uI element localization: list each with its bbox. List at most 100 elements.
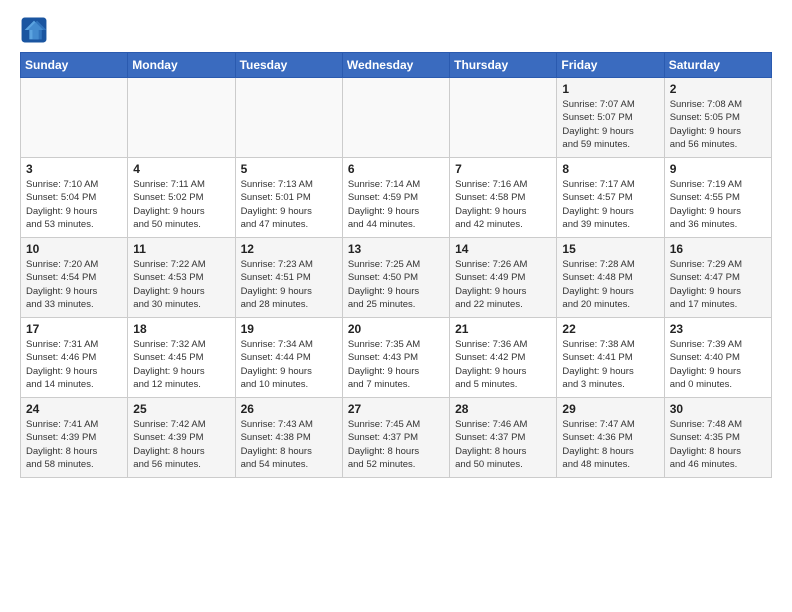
calendar-cell <box>342 78 449 158</box>
day-info: Sunrise: 7:36 AM Sunset: 4:42 PM Dayligh… <box>455 338 551 391</box>
day-info: Sunrise: 7:31 AM Sunset: 4:46 PM Dayligh… <box>26 338 122 391</box>
day-number: 18 <box>133 322 229 336</box>
calendar-cell: 10 Sunrise: 7:20 AM Sunset: 4:54 PM Dayli… <box>21 238 128 318</box>
day-number: 16 <box>670 242 766 256</box>
calendar-cell <box>450 78 557 158</box>
calendar-cell: 24 Sunrise: 7:41 AM Sunset: 4:39 PM Dayli… <box>21 398 128 478</box>
calendar-cell: 21 Sunrise: 7:36 AM Sunset: 4:42 PM Dayli… <box>450 318 557 398</box>
day-number: 22 <box>562 322 658 336</box>
calendar-cell: 26 Sunrise: 7:43 AM Sunset: 4:38 PM Dayli… <box>235 398 342 478</box>
day-info: Sunrise: 7:23 AM Sunset: 4:51 PM Dayligh… <box>241 258 337 311</box>
day-info: Sunrise: 7:34 AM Sunset: 4:44 PM Dayligh… <box>241 338 337 391</box>
calendar-week: 24 Sunrise: 7:41 AM Sunset: 4:39 PM Dayli… <box>21 398 772 478</box>
calendar-week: 17 Sunrise: 7:31 AM Sunset: 4:46 PM Dayli… <box>21 318 772 398</box>
day-number: 7 <box>455 162 551 176</box>
calendar-cell: 15 Sunrise: 7:28 AM Sunset: 4:48 PM Dayli… <box>557 238 664 318</box>
day-info: Sunrise: 7:47 AM Sunset: 4:36 PM Dayligh… <box>562 418 658 471</box>
day-info: Sunrise: 7:28 AM Sunset: 4:48 PM Dayligh… <box>562 258 658 311</box>
calendar-cell: 22 Sunrise: 7:38 AM Sunset: 4:41 PM Dayli… <box>557 318 664 398</box>
calendar-table: SundayMondayTuesdayWednesdayThursdayFrid… <box>20 52 772 478</box>
day-number: 5 <box>241 162 337 176</box>
calendar-cell: 18 Sunrise: 7:32 AM Sunset: 4:45 PM Dayli… <box>128 318 235 398</box>
calendar-cell: 6Sunrise: 7:14 AM Sunset: 4:59 PM Daylig… <box>342 158 449 238</box>
day-number: 14 <box>455 242 551 256</box>
day-number: 4 <box>133 162 229 176</box>
day-info: Sunrise: 7:11 AM Sunset: 5:02 PM Dayligh… <box>133 178 229 231</box>
weekday-header: Thursday <box>450 53 557 78</box>
day-info: Sunrise: 7:14 AM Sunset: 4:59 PM Dayligh… <box>348 178 444 231</box>
calendar-week: 10 Sunrise: 7:20 AM Sunset: 4:54 PM Dayli… <box>21 238 772 318</box>
day-number: 19 <box>241 322 337 336</box>
day-info: Sunrise: 7:17 AM Sunset: 4:57 PM Dayligh… <box>562 178 658 231</box>
calendar-week: 1 Sunrise: 7:07 AM Sunset: 5:07 PM Daylig… <box>21 78 772 158</box>
day-info: Sunrise: 7:25 AM Sunset: 4:50 PM Dayligh… <box>348 258 444 311</box>
calendar-cell <box>235 78 342 158</box>
day-info: Sunrise: 7:46 AM Sunset: 4:37 PM Dayligh… <box>455 418 551 471</box>
calendar-cell: 30 Sunrise: 7:48 AM Sunset: 4:35 PM Dayli… <box>664 398 771 478</box>
day-info: Sunrise: 7:26 AM Sunset: 4:49 PM Dayligh… <box>455 258 551 311</box>
weekday-header: Wednesday <box>342 53 449 78</box>
calendar-cell: 20 Sunrise: 7:35 AM Sunset: 4:43 PM Dayli… <box>342 318 449 398</box>
calendar-cell: 8 Sunrise: 7:17 AM Sunset: 4:57 PM Daylig… <box>557 158 664 238</box>
day-info: Sunrise: 7:48 AM Sunset: 4:35 PM Dayligh… <box>670 418 766 471</box>
day-number: 26 <box>241 402 337 416</box>
day-number: 12 <box>241 242 337 256</box>
day-info: Sunrise: 7:13 AM Sunset: 5:01 PM Dayligh… <box>241 178 337 231</box>
day-info: Sunrise: 7:19 AM Sunset: 4:55 PM Dayligh… <box>670 178 766 231</box>
day-number: 10 <box>26 242 122 256</box>
day-number: 17 <box>26 322 122 336</box>
day-number: 15 <box>562 242 658 256</box>
day-info: Sunrise: 7:08 AM Sunset: 5:05 PM Dayligh… <box>670 98 766 151</box>
day-info: Sunrise: 7:41 AM Sunset: 4:39 PM Dayligh… <box>26 418 122 471</box>
day-info: Sunrise: 7:07 AM Sunset: 5:07 PM Dayligh… <box>562 98 658 151</box>
day-info: Sunrise: 7:35 AM Sunset: 4:43 PM Dayligh… <box>348 338 444 391</box>
day-number: 21 <box>455 322 551 336</box>
logo <box>20 16 52 44</box>
calendar-cell: 29Sunrise: 7:47 AM Sunset: 4:36 PM Dayli… <box>557 398 664 478</box>
day-number: 8 <box>562 162 658 176</box>
day-info: Sunrise: 7:39 AM Sunset: 4:40 PM Dayligh… <box>670 338 766 391</box>
day-info: Sunrise: 7:16 AM Sunset: 4:58 PM Dayligh… <box>455 178 551 231</box>
calendar-cell: 9 Sunrise: 7:19 AM Sunset: 4:55 PM Daylig… <box>664 158 771 238</box>
day-number: 1 <box>562 82 658 96</box>
calendar-cell: 5 Sunrise: 7:13 AM Sunset: 5:01 PM Daylig… <box>235 158 342 238</box>
calendar-cell: 3 Sunrise: 7:10 AM Sunset: 5:04 PM Daylig… <box>21 158 128 238</box>
weekday-header: Monday <box>128 53 235 78</box>
day-info: Sunrise: 7:32 AM Sunset: 4:45 PM Dayligh… <box>133 338 229 391</box>
weekday-header: Sunday <box>21 53 128 78</box>
calendar-cell <box>21 78 128 158</box>
day-info: Sunrise: 7:43 AM Sunset: 4:38 PM Dayligh… <box>241 418 337 471</box>
day-number: 2 <box>670 82 766 96</box>
day-number: 28 <box>455 402 551 416</box>
day-info: Sunrise: 7:38 AM Sunset: 4:41 PM Dayligh… <box>562 338 658 391</box>
calendar-cell: 19 Sunrise: 7:34 AM Sunset: 4:44 PM Dayli… <box>235 318 342 398</box>
calendar-cell: 7 Sunrise: 7:16 AM Sunset: 4:58 PM Daylig… <box>450 158 557 238</box>
header <box>20 16 772 44</box>
header-row: SundayMondayTuesdayWednesdayThursdayFrid… <box>21 53 772 78</box>
calendar-cell: 25Sunrise: 7:42 AM Sunset: 4:39 PM Dayli… <box>128 398 235 478</box>
day-number: 23 <box>670 322 766 336</box>
day-number: 27 <box>348 402 444 416</box>
logo-icon <box>20 16 48 44</box>
day-number: 24 <box>26 402 122 416</box>
calendar-cell: 13Sunrise: 7:25 AM Sunset: 4:50 PM Dayli… <box>342 238 449 318</box>
calendar-cell: 23 Sunrise: 7:39 AM Sunset: 4:40 PM Dayli… <box>664 318 771 398</box>
calendar-cell <box>128 78 235 158</box>
day-number: 9 <box>670 162 766 176</box>
day-number: 25 <box>133 402 229 416</box>
day-info: Sunrise: 7:29 AM Sunset: 4:47 PM Dayligh… <box>670 258 766 311</box>
day-number: 30 <box>670 402 766 416</box>
day-info: Sunrise: 7:10 AM Sunset: 5:04 PM Dayligh… <box>26 178 122 231</box>
calendar-cell: 4 Sunrise: 7:11 AM Sunset: 5:02 PM Daylig… <box>128 158 235 238</box>
weekday-header: Saturday <box>664 53 771 78</box>
day-info: Sunrise: 7:20 AM Sunset: 4:54 PM Dayligh… <box>26 258 122 311</box>
weekday-header: Friday <box>557 53 664 78</box>
calendar-cell: 2 Sunrise: 7:08 AM Sunset: 5:05 PM Daylig… <box>664 78 771 158</box>
day-number: 3 <box>26 162 122 176</box>
calendar-cell: 28 Sunrise: 7:46 AM Sunset: 4:37 PM Dayli… <box>450 398 557 478</box>
day-number: 11 <box>133 242 229 256</box>
calendar-cell: 14 Sunrise: 7:26 AM Sunset: 4:49 PM Dayli… <box>450 238 557 318</box>
day-number: 20 <box>348 322 444 336</box>
day-info: Sunrise: 7:45 AM Sunset: 4:37 PM Dayligh… <box>348 418 444 471</box>
calendar-cell: 16 Sunrise: 7:29 AM Sunset: 4:47 PM Dayli… <box>664 238 771 318</box>
